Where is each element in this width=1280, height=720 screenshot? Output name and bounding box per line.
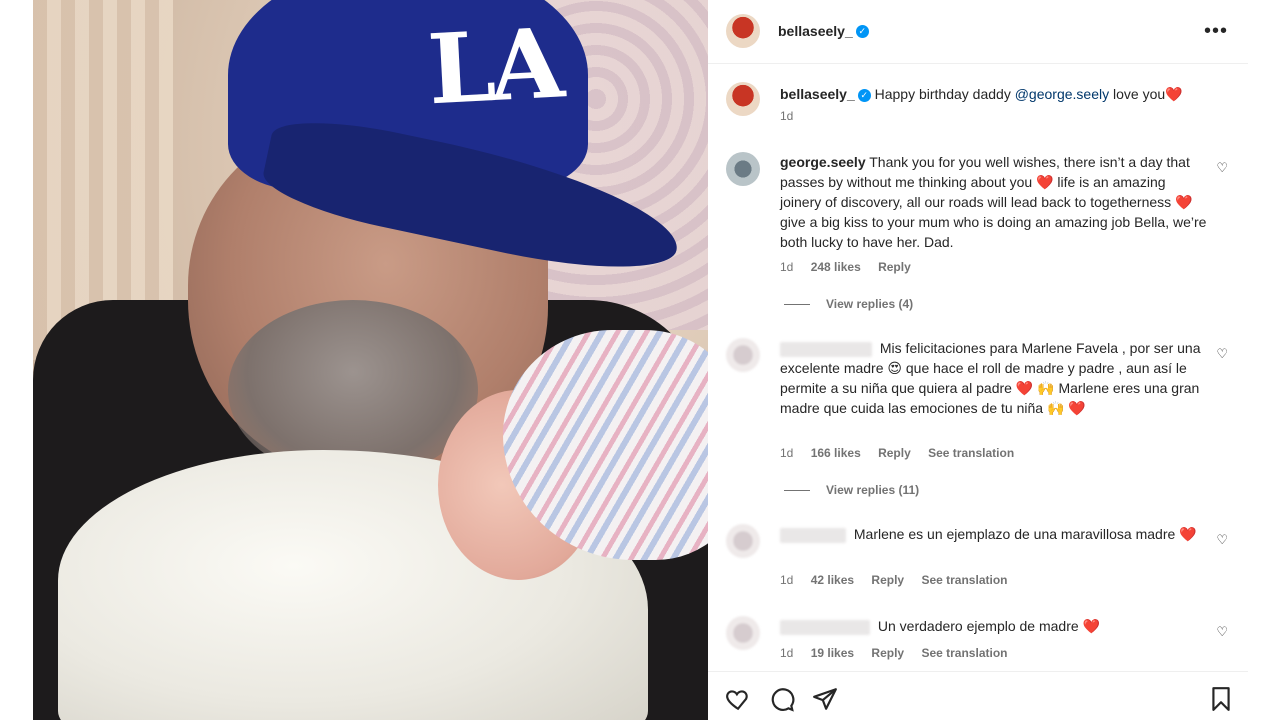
view-replies-label: View replies (11) [826, 483, 920, 497]
caption: bellaseely_ ✓ Happy birthday daddy @georg… [726, 82, 1236, 142]
comment-text: Un verdadero ejemplo de madre ❤️ [780, 616, 1210, 636]
comment-time: 1d [780, 260, 794, 274]
caption-username[interactable]: bellaseely_ [780, 86, 855, 102]
verified-badge-icon: ✓ [857, 88, 871, 102]
action-bar [708, 671, 1248, 720]
comment-likes[interactable]: 166 likes [811, 446, 861, 460]
avatar[interactable] [726, 524, 760, 558]
view-replies-label: View replies (4) [826, 297, 914, 311]
comment-meta: 1d 19 likes Reply See translation [780, 646, 1021, 660]
avatar[interactable] [726, 616, 760, 650]
avatar[interactable] [726, 14, 760, 48]
comment-meta: 1d 42 likes Reply See translation [780, 573, 1021, 587]
caption-body-end: love you [1109, 86, 1166, 102]
reply-button[interactable]: Reply [871, 646, 904, 660]
comment-text: Marlene es un ejemplazo de una maravillo… [780, 524, 1210, 544]
see-translation-button[interactable]: See translation [928, 446, 1014, 460]
reply-button[interactable]: Reply [878, 260, 911, 274]
verified-badge-icon: ✓ [855, 25, 869, 39]
comment-body: Marlene es un ejemplazo de una maravillo… [853, 526, 1197, 542]
reply-button[interactable]: Reply [871, 573, 904, 587]
avatar[interactable] [726, 152, 760, 186]
comment-text: george.seely Thank you for you well wish… [780, 152, 1210, 252]
bookmark-icon[interactable] [1208, 686, 1234, 712]
caption-heart-emoji: ❤️ [1165, 86, 1183, 102]
avatar[interactable] [726, 82, 760, 116]
comment-likes[interactable]: 42 likes [811, 573, 854, 587]
caption-time: 1d [780, 109, 794, 123]
blurred-username[interactable] [780, 527, 846, 543]
comment-meta: 1d 166 likes Reply See translation [780, 446, 1028, 460]
caption-meta: 1d [780, 109, 807, 123]
comment-time: 1d [780, 573, 794, 587]
like-comment-heart-icon[interactable]: ♡ [1216, 160, 1228, 176]
replies-line [784, 490, 810, 492]
comment-item: george.seely Thank you for you well wish… [726, 152, 1236, 322]
post-side-panel: bellaseely_ ✓ ••• bellaseely_ ✓ Happy birt… [708, 0, 1248, 720]
comment-likes[interactable]: 19 likes [811, 646, 854, 660]
view-replies-button[interactable]: View replies (4) [784, 297, 913, 311]
post-header: bellaseely_ ✓ ••• [708, 0, 1248, 64]
comment-likes[interactable]: 248 likes [811, 260, 861, 274]
like-comment-heart-icon[interactable]: ♡ [1216, 346, 1228, 362]
comment-body: Un verdadero ejemplo de madre ❤️ [877, 618, 1100, 634]
cap-logo: LA [425, 6, 561, 127]
avatar[interactable] [726, 338, 760, 372]
post-owner[interactable]: bellaseely_ ✓ [778, 23, 869, 41]
comment-time: 1d [780, 646, 794, 660]
comment-meta: 1d 248 likes Reply [780, 260, 925, 274]
heart-icon[interactable] [725, 686, 751, 712]
owner-username[interactable]: bellaseely_ [778, 23, 853, 39]
comment-username[interactable]: george.seely [780, 154, 866, 170]
like-comment-heart-icon[interactable]: ♡ [1216, 532, 1228, 548]
comment-icon[interactable] [769, 686, 795, 712]
see-translation-button[interactable]: See translation [921, 646, 1007, 660]
comment-item: Un verdadero ejemplo de madre ❤️ ♡ 1d 19… [726, 616, 1236, 666]
caption-mention[interactable]: @george.seely [1015, 86, 1109, 102]
comment-time: 1d [780, 446, 794, 460]
comment-text: Mis felicitaciones para Marlene Favela ,… [780, 338, 1210, 418]
post-photo[interactable]: LA [33, 0, 708, 720]
see-translation-button[interactable]: See translation [921, 573, 1007, 587]
replies-line [784, 304, 810, 306]
blurred-username[interactable] [780, 341, 872, 357]
comments-list[interactable]: bellaseely_ ✓ Happy birthday daddy @georg… [708, 65, 1248, 671]
reply-button[interactable]: Reply [878, 446, 911, 460]
view-replies-button[interactable]: View replies (11) [784, 483, 919, 497]
caption-text: bellaseely_ ✓ Happy birthday daddy @georg… [780, 84, 1210, 104]
blurred-username[interactable] [780, 619, 870, 635]
comment-item: Mis felicitaciones para Marlene Favela ,… [726, 338, 1236, 508]
comment-item: Marlene es un ejemplazo de una maravillo… [726, 524, 1236, 594]
caption-body: Happy birthday daddy [874, 86, 1015, 102]
share-icon[interactable] [812, 686, 838, 712]
like-comment-heart-icon[interactable]: ♡ [1216, 624, 1228, 640]
more-dots-icon[interactable]: ••• [1204, 20, 1228, 43]
